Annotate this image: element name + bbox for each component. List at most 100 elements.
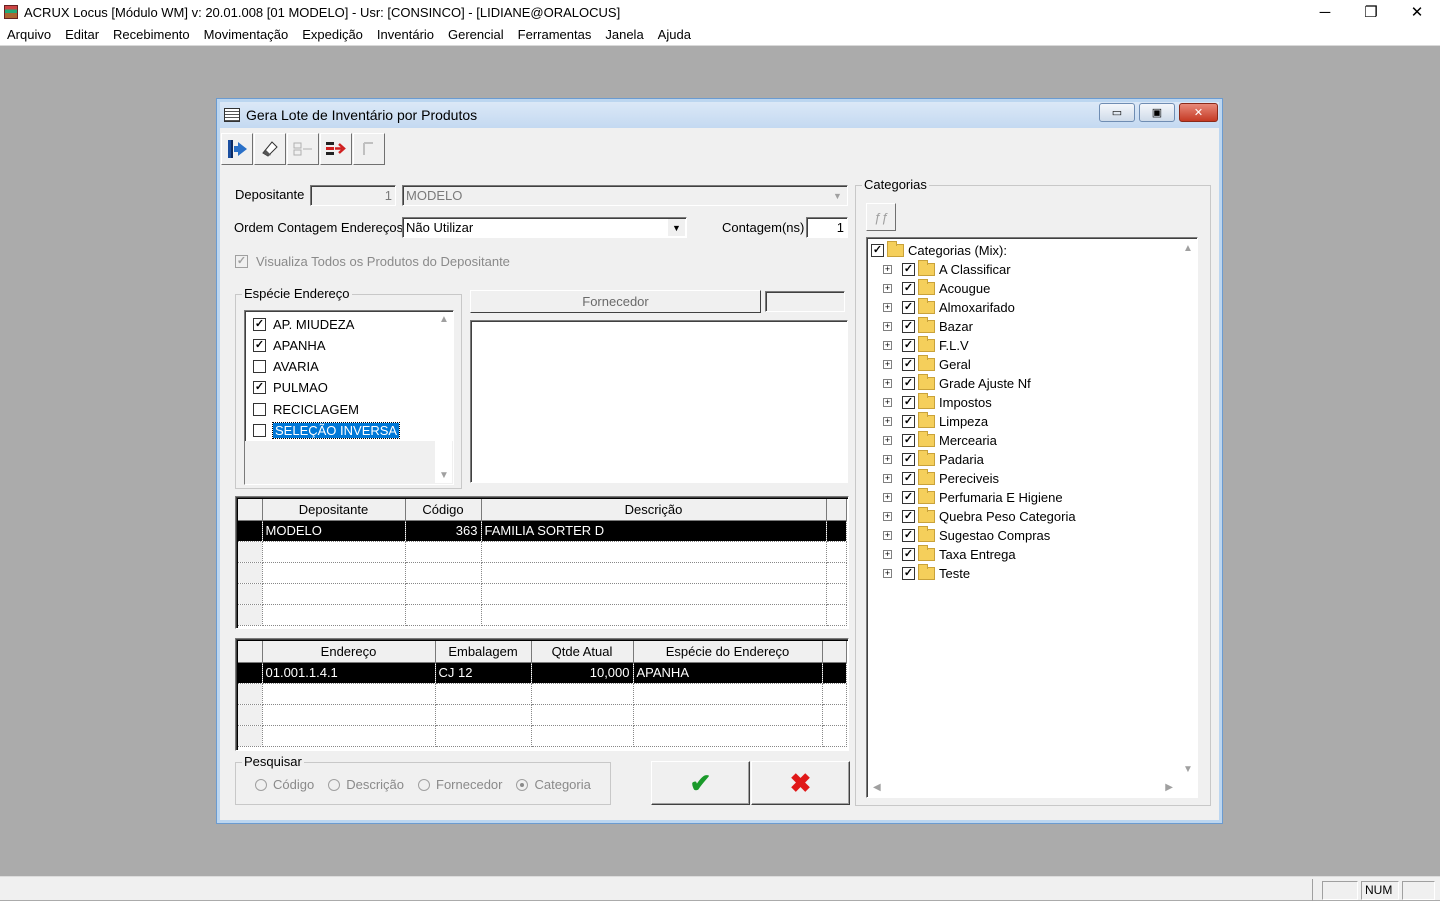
tree-item[interactable]: + ✓ Padaria — [883, 450, 984, 469]
menu-inventario[interactable]: Inventário — [370, 27, 441, 42]
especie-item[interactable]: SELEÇÃO INVERSA — [253, 420, 401, 440]
column-header[interactable]: Endereço — [262, 641, 436, 663]
cancel-button[interactable]: ✖ — [751, 761, 850, 805]
restore-button[interactable]: ❐ — [1348, 0, 1394, 24]
tree-checkbox[interactable]: ✓ — [902, 472, 915, 485]
menu-recebimento[interactable]: Recebimento — [106, 27, 197, 42]
menu-ajuda[interactable]: Ajuda — [651, 27, 698, 42]
table-cell[interactable]: APANHA — [633, 662, 823, 684]
tree-item[interactable]: + ✓ Sugestao Compras — [883, 526, 1050, 545]
categorias-tool-button[interactable]: ƒƒ — [866, 203, 896, 231]
minimize-button[interactable]: ─ — [1302, 0, 1348, 24]
scroll-up-icon[interactable]: ▲ — [1183, 243, 1193, 254]
tree-checkbox[interactable]: ✓ — [902, 396, 915, 409]
tree-checkbox[interactable]: ✓ — [902, 491, 915, 504]
vertical-scrollbar[interactable]: ▲ ▼ — [1179, 239, 1196, 779]
especie-item[interactable]: ✓ APANHA — [253, 335, 326, 355]
menu-expedicao[interactable]: Expedição — [295, 27, 370, 42]
tree-checkbox[interactable]: ✓ — [871, 244, 884, 257]
column-header[interactable]: Código — [405, 499, 482, 521]
expand-icon[interactable]: + — [883, 322, 892, 331]
table-row[interactable] — [238, 604, 847, 626]
especie-checkbox[interactable]: ✓ — [253, 338, 266, 352]
expand-icon[interactable]: + — [883, 531, 892, 540]
tree-item[interactable]: + ✓ A Classificar — [883, 260, 1011, 279]
column-header[interactable]: Embalagem — [435, 641, 532, 663]
tree-checkbox[interactable]: ✓ — [902, 320, 915, 333]
depositante-name-combo[interactable]: MODELO ▼ — [402, 185, 848, 206]
tree-item[interactable]: + ✓ Mercearia — [883, 431, 997, 450]
visualiza-checkbox[interactable]: ✓ — [235, 255, 248, 268]
clear-tool-button[interactable] — [254, 133, 286, 165]
especie-listbox[interactable]: ✓ AP. MIUDEZA ✓ APANHA AVARIA ✓ PULMAO RECI… — [244, 310, 454, 485]
filter-tool-button[interactable] — [287, 133, 319, 165]
tree-item[interactable]: + ✓ Perfumaria E Higiene — [883, 488, 1063, 507]
table-row[interactable] — [238, 562, 847, 584]
vertical-scrollbar[interactable]: ▲ ▼ — [435, 312, 452, 483]
scroll-down-icon[interactable]: ▼ — [439, 470, 449, 481]
menu-arquivo[interactable]: Arquivo — [0, 27, 58, 42]
tree-checkbox[interactable]: ✓ — [902, 529, 915, 542]
column-header[interactable]: Depositante — [262, 499, 406, 521]
scroll-left-icon[interactable]: ◀ — [873, 782, 881, 793]
especie-item[interactable]: ✓ PULMAO — [253, 377, 328, 397]
table-cell[interactable]: 01.001.1.4.1 — [262, 662, 436, 684]
especie-checkbox[interactable] — [253, 423, 266, 437]
especie-item[interactable]: AVARIA — [253, 356, 319, 376]
confirm-button[interactable]: ✔ — [651, 761, 750, 805]
visualiza-row[interactable]: ✓ Visualiza Todos os Produtos do Deposit… — [235, 254, 510, 269]
especie-item[interactable]: ✓ AP. MIUDEZA — [253, 314, 354, 334]
expand-icon[interactable]: + — [883, 360, 892, 369]
tree-item[interactable]: + ✓ Geral — [883, 355, 971, 374]
tree-item[interactable]: + ✓ Acougue — [883, 279, 990, 298]
tree-item[interactable]: + ✓ Pereciveis — [883, 469, 999, 488]
ordem-combo[interactable]: Não Utilizar ▼ — [402, 217, 687, 238]
addresses-grid[interactable]: Endereço Embalagem Qtde Atual Espécie do… — [235, 638, 849, 751]
tree-checkbox[interactable]: ✓ — [902, 263, 915, 276]
scroll-up-icon[interactable]: ▲ — [439, 314, 449, 325]
tree-checkbox[interactable]: ✓ — [902, 358, 915, 371]
menu-movimentacao[interactable]: Movimentação — [197, 27, 296, 42]
column-header[interactable] — [238, 641, 263, 663]
tree-checkbox[interactable]: ✓ — [902, 282, 915, 295]
products-grid[interactable]: Depositante Código Descrição MODELO 363 … — [235, 496, 849, 629]
tree-checkbox[interactable]: ✓ — [902, 510, 915, 523]
expand-icon[interactable]: + — [883, 455, 892, 464]
table-row[interactable] — [238, 704, 847, 726]
fornecedor-button[interactable]: Fornecedor — [470, 290, 761, 313]
table-cell[interactable]: 363 — [405, 520, 482, 542]
scroll-right-icon[interactable]: ▶ — [1165, 782, 1173, 793]
expand-icon[interactable]: + — [883, 303, 892, 312]
column-header[interactable]: Qtde Atual — [531, 641, 634, 663]
table-row[interactable]: 01.001.1.4.1 CJ 12 10,000 APANHA — [238, 662, 847, 684]
tree-item[interactable]: + ✓ Bazar — [883, 317, 973, 336]
expand-icon[interactable]: + — [883, 550, 892, 559]
table-cell[interactable]: CJ 12 — [435, 662, 532, 684]
table-row[interactable] — [238, 583, 847, 605]
horizontal-scrollbar[interactable]: ◀ ▶ — [868, 779, 1178, 796]
tree-checkbox[interactable]: ✓ — [902, 548, 915, 561]
tree-root[interactable]: ✓ Categorias (Mix): — [871, 241, 1007, 260]
radio-descricao[interactable]: Descrição — [328, 777, 404, 792]
radio-categoria[interactable]: Categoria — [516, 777, 591, 792]
expand-icon[interactable]: + — [883, 284, 892, 293]
especie-checkbox[interactable] — [253, 402, 266, 416]
contagem-field[interactable]: 1 — [806, 217, 848, 238]
radio-fornecedor[interactable]: Fornecedor — [418, 777, 502, 792]
radio-icon[interactable] — [328, 778, 341, 791]
tree-checkbox[interactable]: ✓ — [902, 339, 915, 352]
generate-tool-button[interactable] — [320, 133, 352, 165]
tree-checkbox[interactable]: ✓ — [902, 434, 915, 447]
exit-tool-button[interactable] — [221, 133, 253, 165]
menu-editar[interactable]: Editar — [58, 27, 106, 42]
tree-item[interactable]: + ✓ Taxa Entrega — [883, 545, 1016, 564]
especie-checkbox[interactable] — [253, 359, 266, 373]
fornecedor-listbox[interactable] — [470, 320, 848, 483]
radio-codigo[interactable]: Código — [255, 777, 314, 792]
table-row[interactable] — [238, 725, 847, 747]
especie-checkbox[interactable]: ✓ — [253, 317, 266, 331]
table-cell[interactable]: MODELO — [262, 520, 406, 542]
tree-item[interactable]: + ✓ Impostos — [883, 393, 992, 412]
tree-checkbox[interactable]: ✓ — [902, 453, 915, 466]
radio-icon[interactable] — [255, 778, 267, 791]
